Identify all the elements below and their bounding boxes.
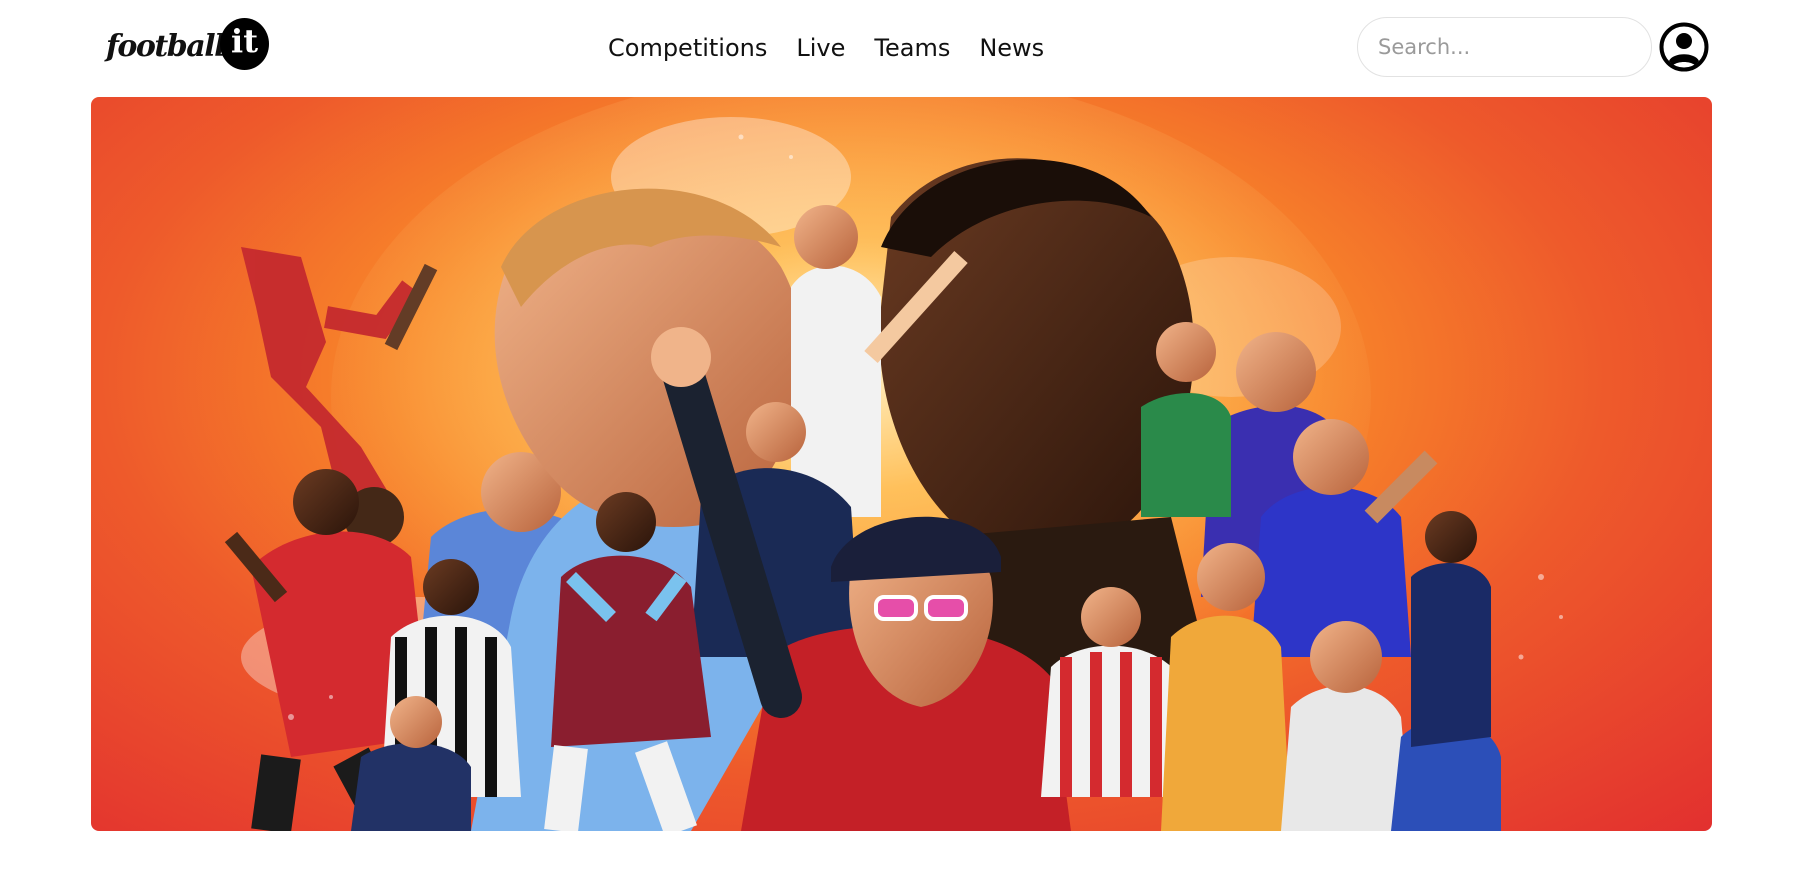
player-figure <box>1411 511 1491 747</box>
logo-badge: it <box>220 18 269 70</box>
nav-teams[interactable]: Teams <box>874 34 950 62</box>
hero-banner[interactable] <box>91 97 1712 831</box>
main-nav: Competitions Live Teams News <box>608 28 1044 68</box>
players-collage-image <box>224 97 1563 831</box>
logo-wordmark: football <box>106 29 226 64</box>
nav-competitions[interactable]: Competitions <box>608 34 767 62</box>
search-input[interactable] <box>1357 17 1652 77</box>
nav-news[interactable]: News <box>979 34 1044 62</box>
site-header: football it Competitions Live Teams News <box>0 0 1808 96</box>
nav-live[interactable]: Live <box>796 34 845 62</box>
site-logo[interactable]: football it <box>106 17 271 71</box>
user-account-icon[interactable] <box>1659 22 1709 72</box>
